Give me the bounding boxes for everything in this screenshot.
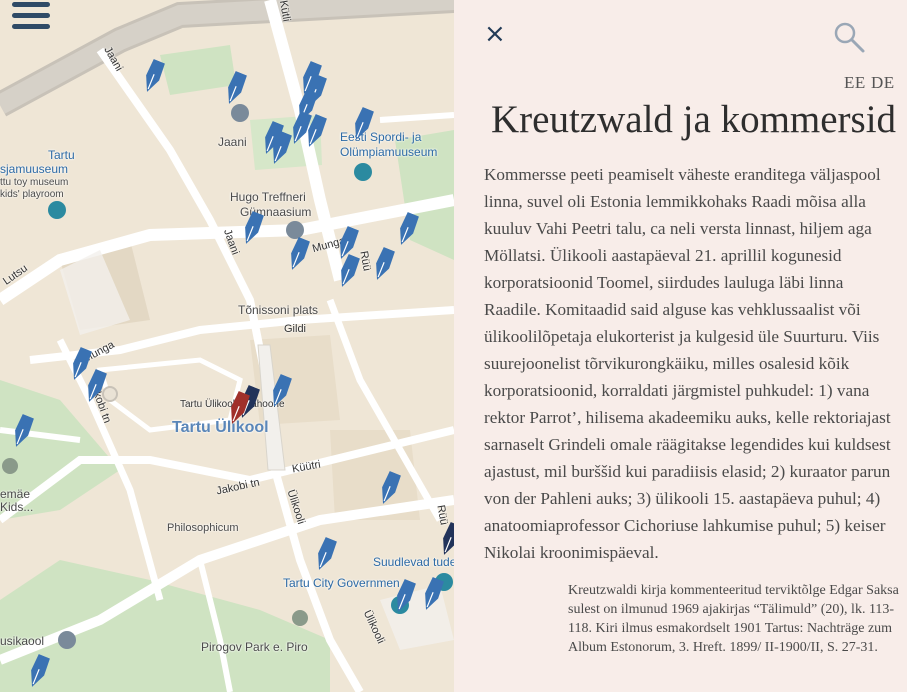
close-button[interactable]: × (484, 18, 506, 50)
lang-ee-link[interactable]: EE (844, 73, 866, 93)
hamburger-icon-line (12, 13, 50, 18)
hamburger-icon (12, 2, 50, 7)
poi-label-treffner: Hugo Treffneri (230, 190, 306, 204)
poi-label-spordi-muuseum: Olümpiamuuseum (340, 145, 438, 159)
search-button[interactable] (832, 20, 866, 54)
hamburger-icon-line (12, 24, 50, 29)
poi-label-city-government: Tartu City Governmen (283, 576, 400, 590)
story-footnote: Kreutzwaldi kirja kommenteeritud tervikt… (568, 583, 899, 655)
menu-button[interactable] (12, 2, 50, 34)
poi-label-pirogov: Pirogov Park e. Piro (201, 640, 308, 654)
poi-label-tartu-ulikool: Tartu Ülikool (172, 419, 269, 436)
story-title: Kreutzwald ja kommersid (491, 98, 897, 141)
place-label-tonissoni-plats: Tõnissoni plats (238, 303, 319, 317)
street-label-jaani: Jaani (218, 135, 247, 149)
map-view[interactable]: Jaani Jaani Jaani Lutsu Munga Munga Gild… (0, 0, 454, 692)
poi-label-emae: Kids... (0, 500, 34, 514)
poi-label-toy-museum: sjamuuseum (0, 162, 69, 176)
story-body: Kommersse peeti peamiselt väheste erandi… (484, 165, 891, 562)
search-icon (834, 22, 865, 53)
poi-label-emae: emäe (0, 487, 31, 501)
street-label-gildi: Gildi (284, 323, 307, 335)
poi-label-toy-museum: kids' playroom (0, 189, 64, 200)
poi-label-suudlevad: Suudlevad tudeng (373, 555, 454, 569)
story-panel: × EE DE Kreutzwald ja kommersid Kommerss… (454, 0, 907, 692)
poi-label-philosophicum: Philosophicum (167, 522, 239, 534)
poi-label-musikool: usikaool (0, 634, 45, 648)
lang-de-link[interactable]: DE (871, 73, 895, 93)
poi-label-toy-museum: Tartu (48, 148, 75, 162)
